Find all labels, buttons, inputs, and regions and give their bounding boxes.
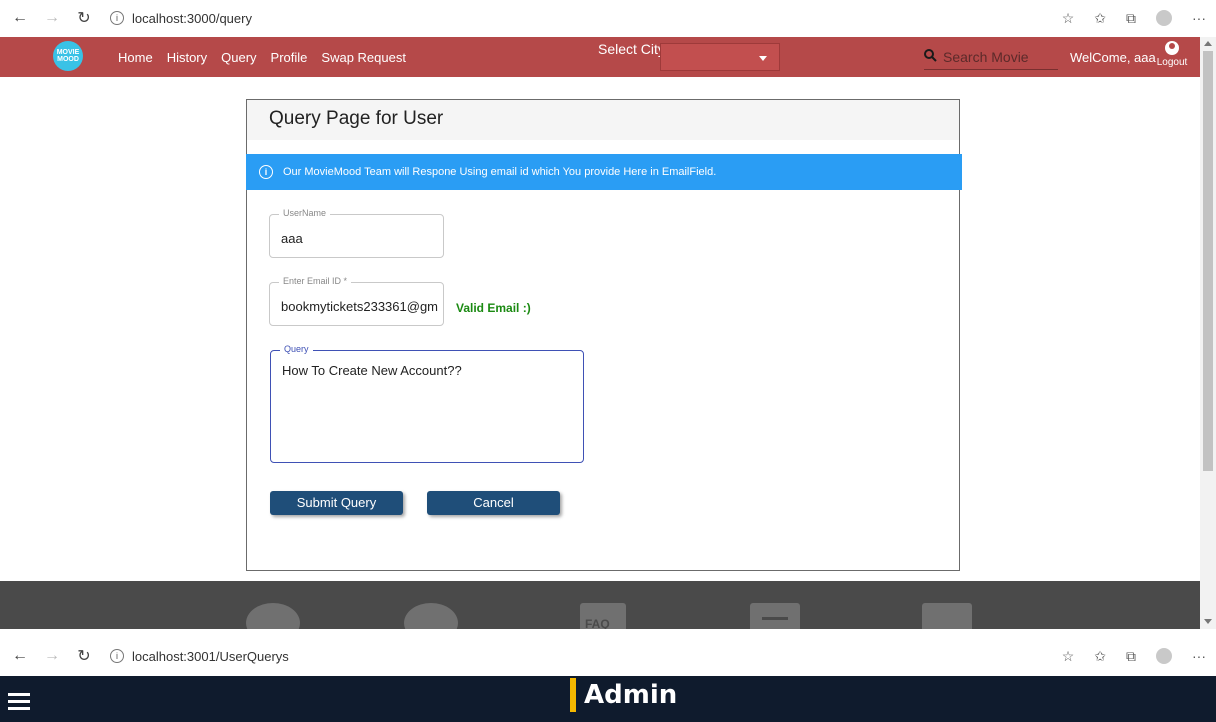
nav-home[interactable]: Home (118, 50, 153, 65)
hamburger-icon[interactable] (8, 693, 30, 714)
back-icon[interactable]: ← (8, 9, 32, 27)
forward-icon[interactable]: → (40, 647, 64, 665)
info-icon: i (110, 649, 124, 663)
scroll-thumb[interactable] (1203, 51, 1213, 471)
faq-label: FAQ (585, 617, 610, 629)
info-icon: i (110, 11, 124, 25)
email-field[interactable]: Enter Email ID * bookmytickets233361@gm (269, 276, 444, 326)
contact-icon[interactable] (922, 603, 972, 629)
profile-icon[interactable] (1156, 648, 1172, 664)
address-bar[interactable]: i localhost:3000/query (110, 11, 252, 26)
username-field[interactable]: UserName aaa (269, 208, 444, 258)
scroll-down-icon[interactable] (1204, 619, 1212, 624)
url-text: localhost:3000/query (132, 10, 252, 26)
collections-icon[interactable]: ⧉ (1126, 10, 1136, 27)
submit-query-button[interactable]: Submit Query (270, 491, 403, 515)
browser-toolbar-bottom: ← → ↻ i localhost:3001/UserQuerys ☆ ✩ ⧉ … (0, 638, 1216, 674)
app-navbar: MOVIE MOOD Home History Query Profile Sw… (0, 37, 1200, 77)
valid-email-message: Valid Email :) (456, 301, 531, 315)
select-city-label: Select City (598, 41, 665, 57)
about-info-icon[interactable] (404, 603, 458, 629)
logout-label: Logout (1156, 57, 1188, 68)
favorites-list-icon[interactable]: ✩ (1094, 648, 1106, 665)
chevron-down-icon (759, 56, 767, 61)
email-value: bookmytickets233361@gm (281, 299, 438, 314)
welcome-text: WelCome, aaa (1070, 50, 1156, 65)
footer: FAQ (0, 581, 1200, 629)
logout-button[interactable]: Logout (1154, 41, 1190, 68)
search-input[interactable]: Search Movie (924, 49, 1058, 70)
browser-toolbar-top: ← → ↻ i localhost:3000/query ☆ ✩ ⧉ ··· (0, 0, 1216, 36)
main-menu: Home History Query Profile Swap Request (118, 50, 406, 65)
query-value: How To Create New Account?? (282, 363, 462, 378)
search-icon (924, 49, 937, 65)
nav-profile[interactable]: Profile (271, 50, 308, 65)
admin-title: Admin (570, 678, 677, 712)
support-24-icon[interactable] (246, 603, 300, 629)
info-icon: i (259, 165, 273, 179)
username-label: UserName (279, 208, 331, 218)
favorite-icon[interactable]: ☆ (1062, 10, 1075, 27)
forward-icon[interactable]: → (40, 9, 64, 27)
page-scrollbar[interactable] (1200, 37, 1216, 629)
more-icon[interactable]: ··· (1192, 648, 1206, 664)
cancel-button[interactable]: Cancel (427, 491, 560, 515)
admin-header: Admin (0, 676, 1216, 722)
favorite-icon[interactable]: ☆ (1062, 648, 1075, 665)
nav-query[interactable]: Query (221, 50, 256, 65)
url-text: localhost:3001/UserQuerys (132, 648, 289, 664)
logo[interactable]: MOVIE MOOD (53, 41, 83, 71)
nav-swap-request[interactable]: Swap Request (321, 50, 406, 65)
username-value: aaa (281, 231, 303, 246)
nav-history[interactable]: History (167, 50, 207, 65)
info-banner: i Our MovieMood Team will Respone Using … (246, 154, 962, 190)
user-icon (1165, 41, 1179, 55)
query-textarea[interactable]: Query How To Create New Account?? (270, 344, 584, 463)
address-bar[interactable]: i localhost:3001/UserQuerys (110, 649, 289, 664)
email-label: Enter Email ID * (279, 276, 352, 286)
admin-title-text: Admin (584, 680, 678, 710)
page-title: Query Page for User (247, 100, 959, 140)
collections-icon[interactable]: ⧉ (1126, 648, 1136, 665)
more-icon[interactable]: ··· (1192, 10, 1206, 26)
city-select[interactable] (660, 43, 780, 71)
refresh-icon[interactable]: ↻ (72, 8, 96, 28)
refresh-icon[interactable]: ↻ (72, 646, 96, 666)
back-icon[interactable]: ← (8, 647, 32, 665)
scroll-up-icon[interactable] (1204, 41, 1212, 46)
profile-icon[interactable] (1156, 10, 1172, 26)
info-text: Our MovieMood Team will Respone Using em… (283, 166, 717, 178)
query-label: Query (280, 344, 313, 354)
favorites-list-icon[interactable]: ✩ (1094, 10, 1106, 27)
title-accent (570, 678, 576, 712)
terms-icon[interactable] (750, 603, 800, 629)
terms-bar (762, 617, 788, 620)
search-placeholder: Search Movie (943, 49, 1029, 65)
